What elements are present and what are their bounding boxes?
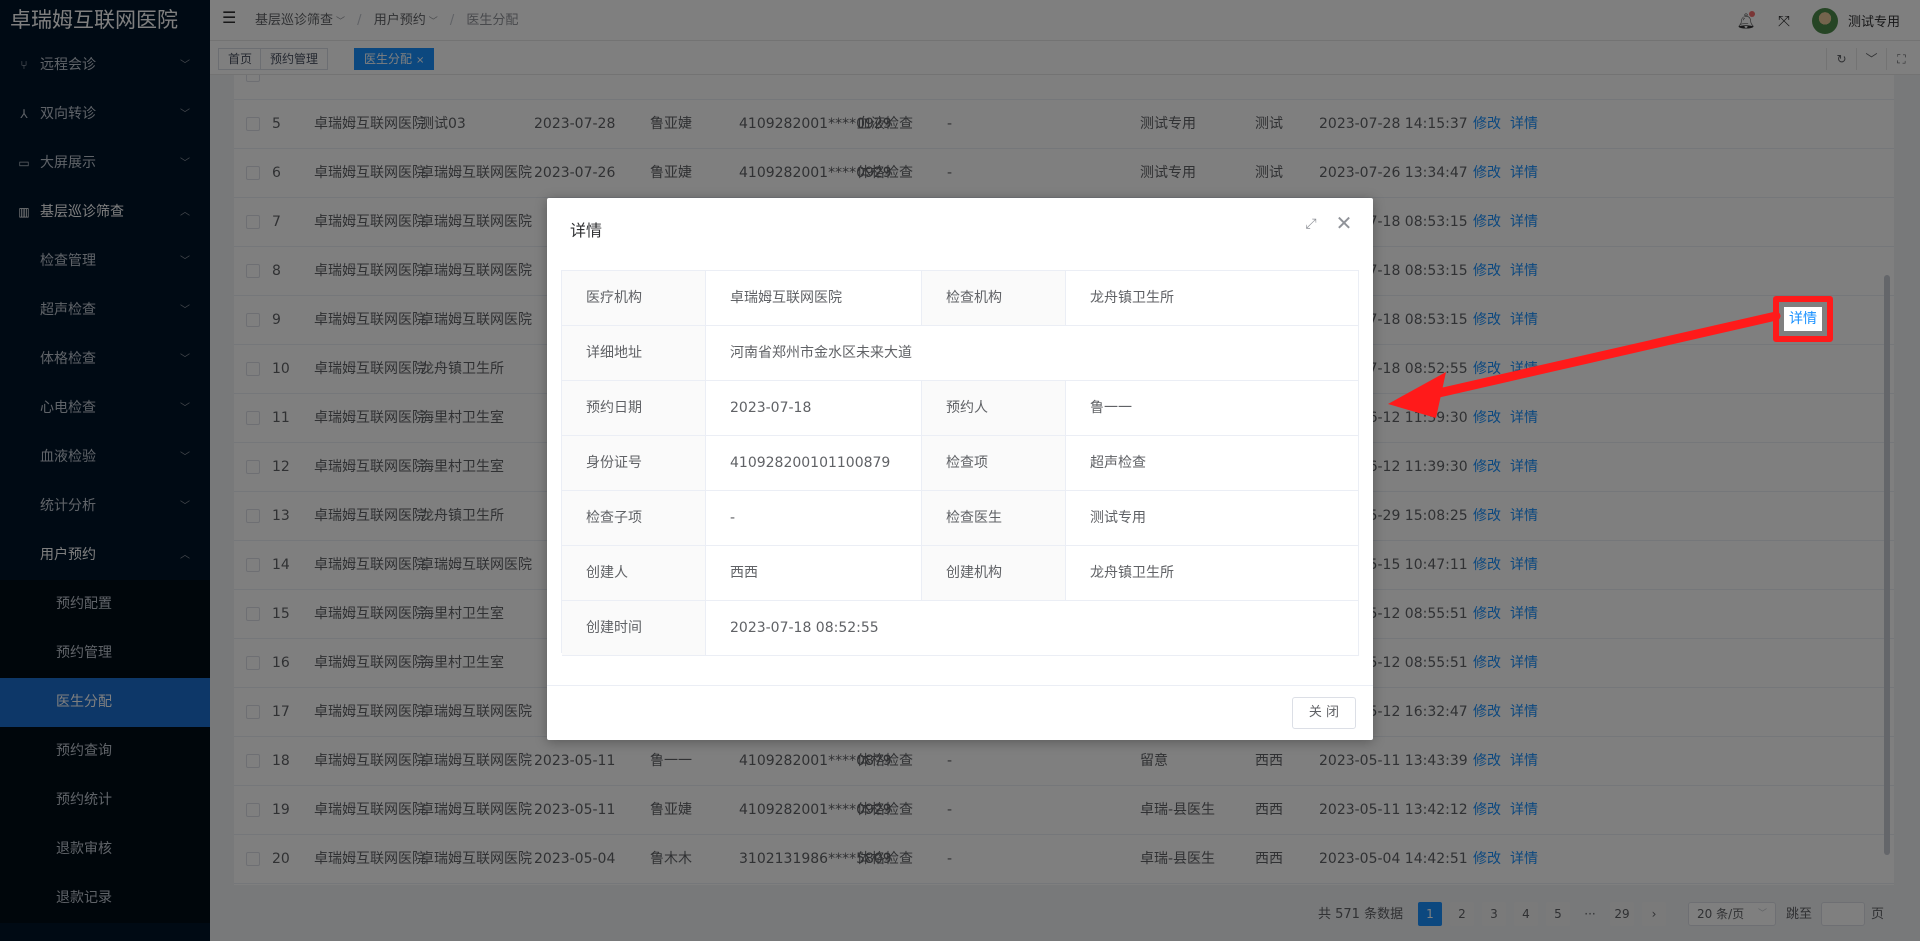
detail-row: 创建时间 2023-07-18 08:52:55	[562, 601, 1359, 656]
detail-value: 2023-07-18 08:52:55	[706, 601, 1359, 655]
detail-row: 预约日期 2023-07-18 预约人 鲁一一	[562, 381, 1359, 436]
detail-label: 创建人	[562, 546, 706, 600]
detail-label: 医疗机构	[562, 271, 706, 325]
detail-value: 西西	[706, 546, 922, 600]
dialog-title: 详情	[570, 221, 603, 240]
detail-value: 410928200101100879	[706, 436, 922, 490]
detail-label: 预约日期	[562, 381, 706, 435]
detail-link-highlighted[interactable]: 详情	[1784, 307, 1822, 331]
close-button[interactable]: 关 闭	[1292, 697, 1356, 729]
detail-label: 详细地址	[562, 326, 706, 380]
detail-row: 医疗机构 卓瑞姆互联网医院 检查机构 龙舟镇卫生所	[562, 271, 1359, 326]
detail-label: 检查项	[922, 436, 1066, 490]
maximize-icon[interactable]: ⤢	[1301, 214, 1321, 234]
detail-label: 预约人	[922, 381, 1066, 435]
detail-value: 测试专用	[1066, 491, 1359, 545]
detail-row: 详细地址 河南省郑州市金水区未来大道	[562, 326, 1359, 381]
detail-value: 龙舟镇卫生所	[1066, 271, 1359, 325]
detail-label: 检查子项	[562, 491, 706, 545]
detail-descriptions: 医疗机构 卓瑞姆互联网医院 检查机构 龙舟镇卫生所 详细地址 河南省郑州市金水区…	[561, 270, 1359, 656]
detail-dialog: 详情 ⤢ ✕ 医疗机构 卓瑞姆互联网医院 检查机构 龙舟镇卫生所 详细地址 河南…	[547, 198, 1373, 740]
detail-value: 超声检查	[1066, 436, 1359, 490]
detail-label: 创建机构	[922, 546, 1066, 600]
detail-value: 河南省郑州市金水区未来大道	[706, 326, 1359, 380]
detail-row: 身份证号 410928200101100879 检查项 超声检查	[562, 436, 1359, 491]
detail-label: 检查医生	[922, 491, 1066, 545]
detail-value: 龙舟镇卫生所	[1066, 546, 1359, 600]
detail-label: 身份证号	[562, 436, 706, 490]
detail-value: 鲁一一	[1066, 381, 1359, 435]
detail-value: -	[706, 491, 922, 545]
detail-label: 检查机构	[922, 271, 1066, 325]
detail-row: 创建人 西西 创建机构 龙舟镇卫生所	[562, 546, 1359, 601]
detail-value: 卓瑞姆互联网医院	[706, 271, 922, 325]
close-icon[interactable]: ✕	[1333, 212, 1355, 234]
dialog-divider	[547, 685, 1373, 686]
detail-value: 2023-07-18	[706, 381, 922, 435]
detail-row: 检查子项 - 检查医生 测试专用	[562, 491, 1359, 546]
detail-label: 创建时间	[562, 601, 706, 655]
